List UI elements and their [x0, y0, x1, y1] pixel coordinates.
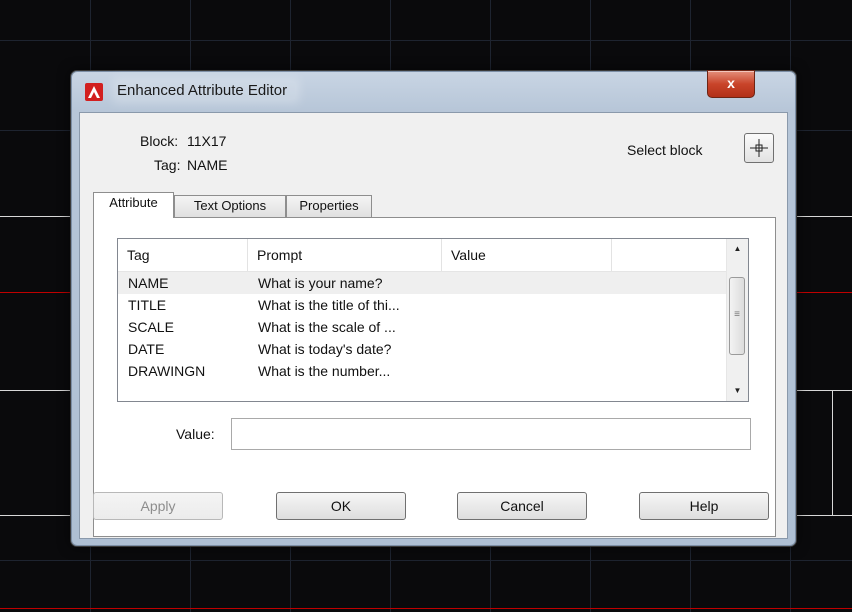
attribute-list[interactable]: Tag Prompt Value NAME What is your name?…: [117, 238, 749, 402]
row-tag: TITLE: [128, 297, 167, 313]
table-row[interactable]: SCALE What is the scale of ...: [118, 316, 728, 338]
tab-properties[interactable]: Properties: [286, 195, 372, 217]
row-prompt: What is your name?: [258, 275, 383, 291]
cad-line-red: [0, 292, 70, 293]
value-field[interactable]: [231, 418, 751, 450]
enhanced-attribute-editor-dialog: Enhanced Attribute Editor x Block: 11X17…: [70, 70, 797, 547]
block-label: Block:: [140, 133, 179, 149]
table-row[interactable]: TITLE What is the title of thi...: [118, 294, 728, 316]
column-header-prompt[interactable]: Prompt: [248, 239, 442, 271]
scrollbar-thumb[interactable]: ≡: [729, 277, 745, 355]
list-header: Tag Prompt Value: [118, 239, 728, 272]
row-value: [452, 338, 610, 360]
table-row[interactable]: DATE What is today's date?: [118, 338, 728, 360]
cad-line: [795, 390, 852, 391]
grid-line: [0, 560, 852, 561]
table-row[interactable]: NAME What is your name?: [118, 272, 728, 294]
cad-line: [832, 390, 833, 515]
row-tag: SCALE: [128, 319, 174, 335]
attribute-tab-panel: Tag Prompt Value NAME What is your name?…: [93, 217, 776, 537]
title-bar[interactable]: Enhanced Attribute Editor x: [71, 70, 796, 109]
close-icon: x: [727, 75, 735, 91]
value-label: Value:: [176, 426, 215, 442]
cad-line-red: [795, 292, 852, 293]
ok-button[interactable]: OK: [276, 492, 406, 520]
row-value: [452, 360, 610, 382]
cad-line: [0, 216, 70, 217]
list-scrollbar[interactable]: ▲ ≡ ▼: [726, 239, 748, 401]
column-header-value[interactable]: Value: [442, 239, 612, 271]
cancel-button[interactable]: Cancel: [457, 492, 587, 520]
window-title: Enhanced Attribute Editor: [117, 82, 296, 99]
scroll-up-arrow-icon[interactable]: ▲: [727, 239, 748, 259]
row-tag: DRAWINGN: [128, 363, 206, 379]
cad-line: [795, 216, 852, 217]
scroll-down-arrow-icon[interactable]: ▼: [727, 381, 748, 401]
row-prompt: What is the number...: [258, 363, 391, 379]
column-header-empty: [612, 239, 728, 271]
select-block-button[interactable]: [744, 133, 774, 163]
apply-button[interactable]: Apply: [93, 492, 223, 520]
tab-text-options[interactable]: Text Options: [174, 195, 286, 217]
cad-line: [795, 515, 852, 516]
row-prompt: What is the scale of ...: [258, 319, 396, 335]
row-prompt: What is the title of thi...: [258, 297, 400, 313]
autocad-app-icon: [85, 83, 103, 101]
help-button[interactable]: Help: [639, 492, 769, 520]
column-header-tag[interactable]: Tag: [118, 239, 248, 271]
row-tag: DATE: [128, 341, 165, 357]
row-value: [452, 272, 610, 294]
row-value: [452, 294, 610, 316]
table-row[interactable]: DRAWINGN What is the number...: [118, 360, 728, 382]
grid-line: [0, 40, 852, 41]
tag-label: Tag:: [154, 157, 181, 173]
close-button[interactable]: x: [707, 70, 755, 98]
cad-line-red: [0, 608, 852, 609]
cad-line: [0, 515, 70, 516]
cad-line: [0, 390, 70, 391]
tab-attribute[interactable]: Attribute: [93, 192, 174, 218]
crosshair-pick-icon: [750, 139, 768, 157]
tag-value: NAME: [187, 157, 228, 173]
row-prompt: What is today's date?: [258, 341, 392, 357]
select-block-label: Select block: [627, 142, 703, 158]
dialog-client-area: Block: 11X17 Tag: NAME Select block Attr…: [79, 112, 788, 539]
row-tag: NAME: [128, 275, 169, 291]
block-value: 11X17: [187, 133, 227, 149]
row-value: [452, 316, 610, 338]
